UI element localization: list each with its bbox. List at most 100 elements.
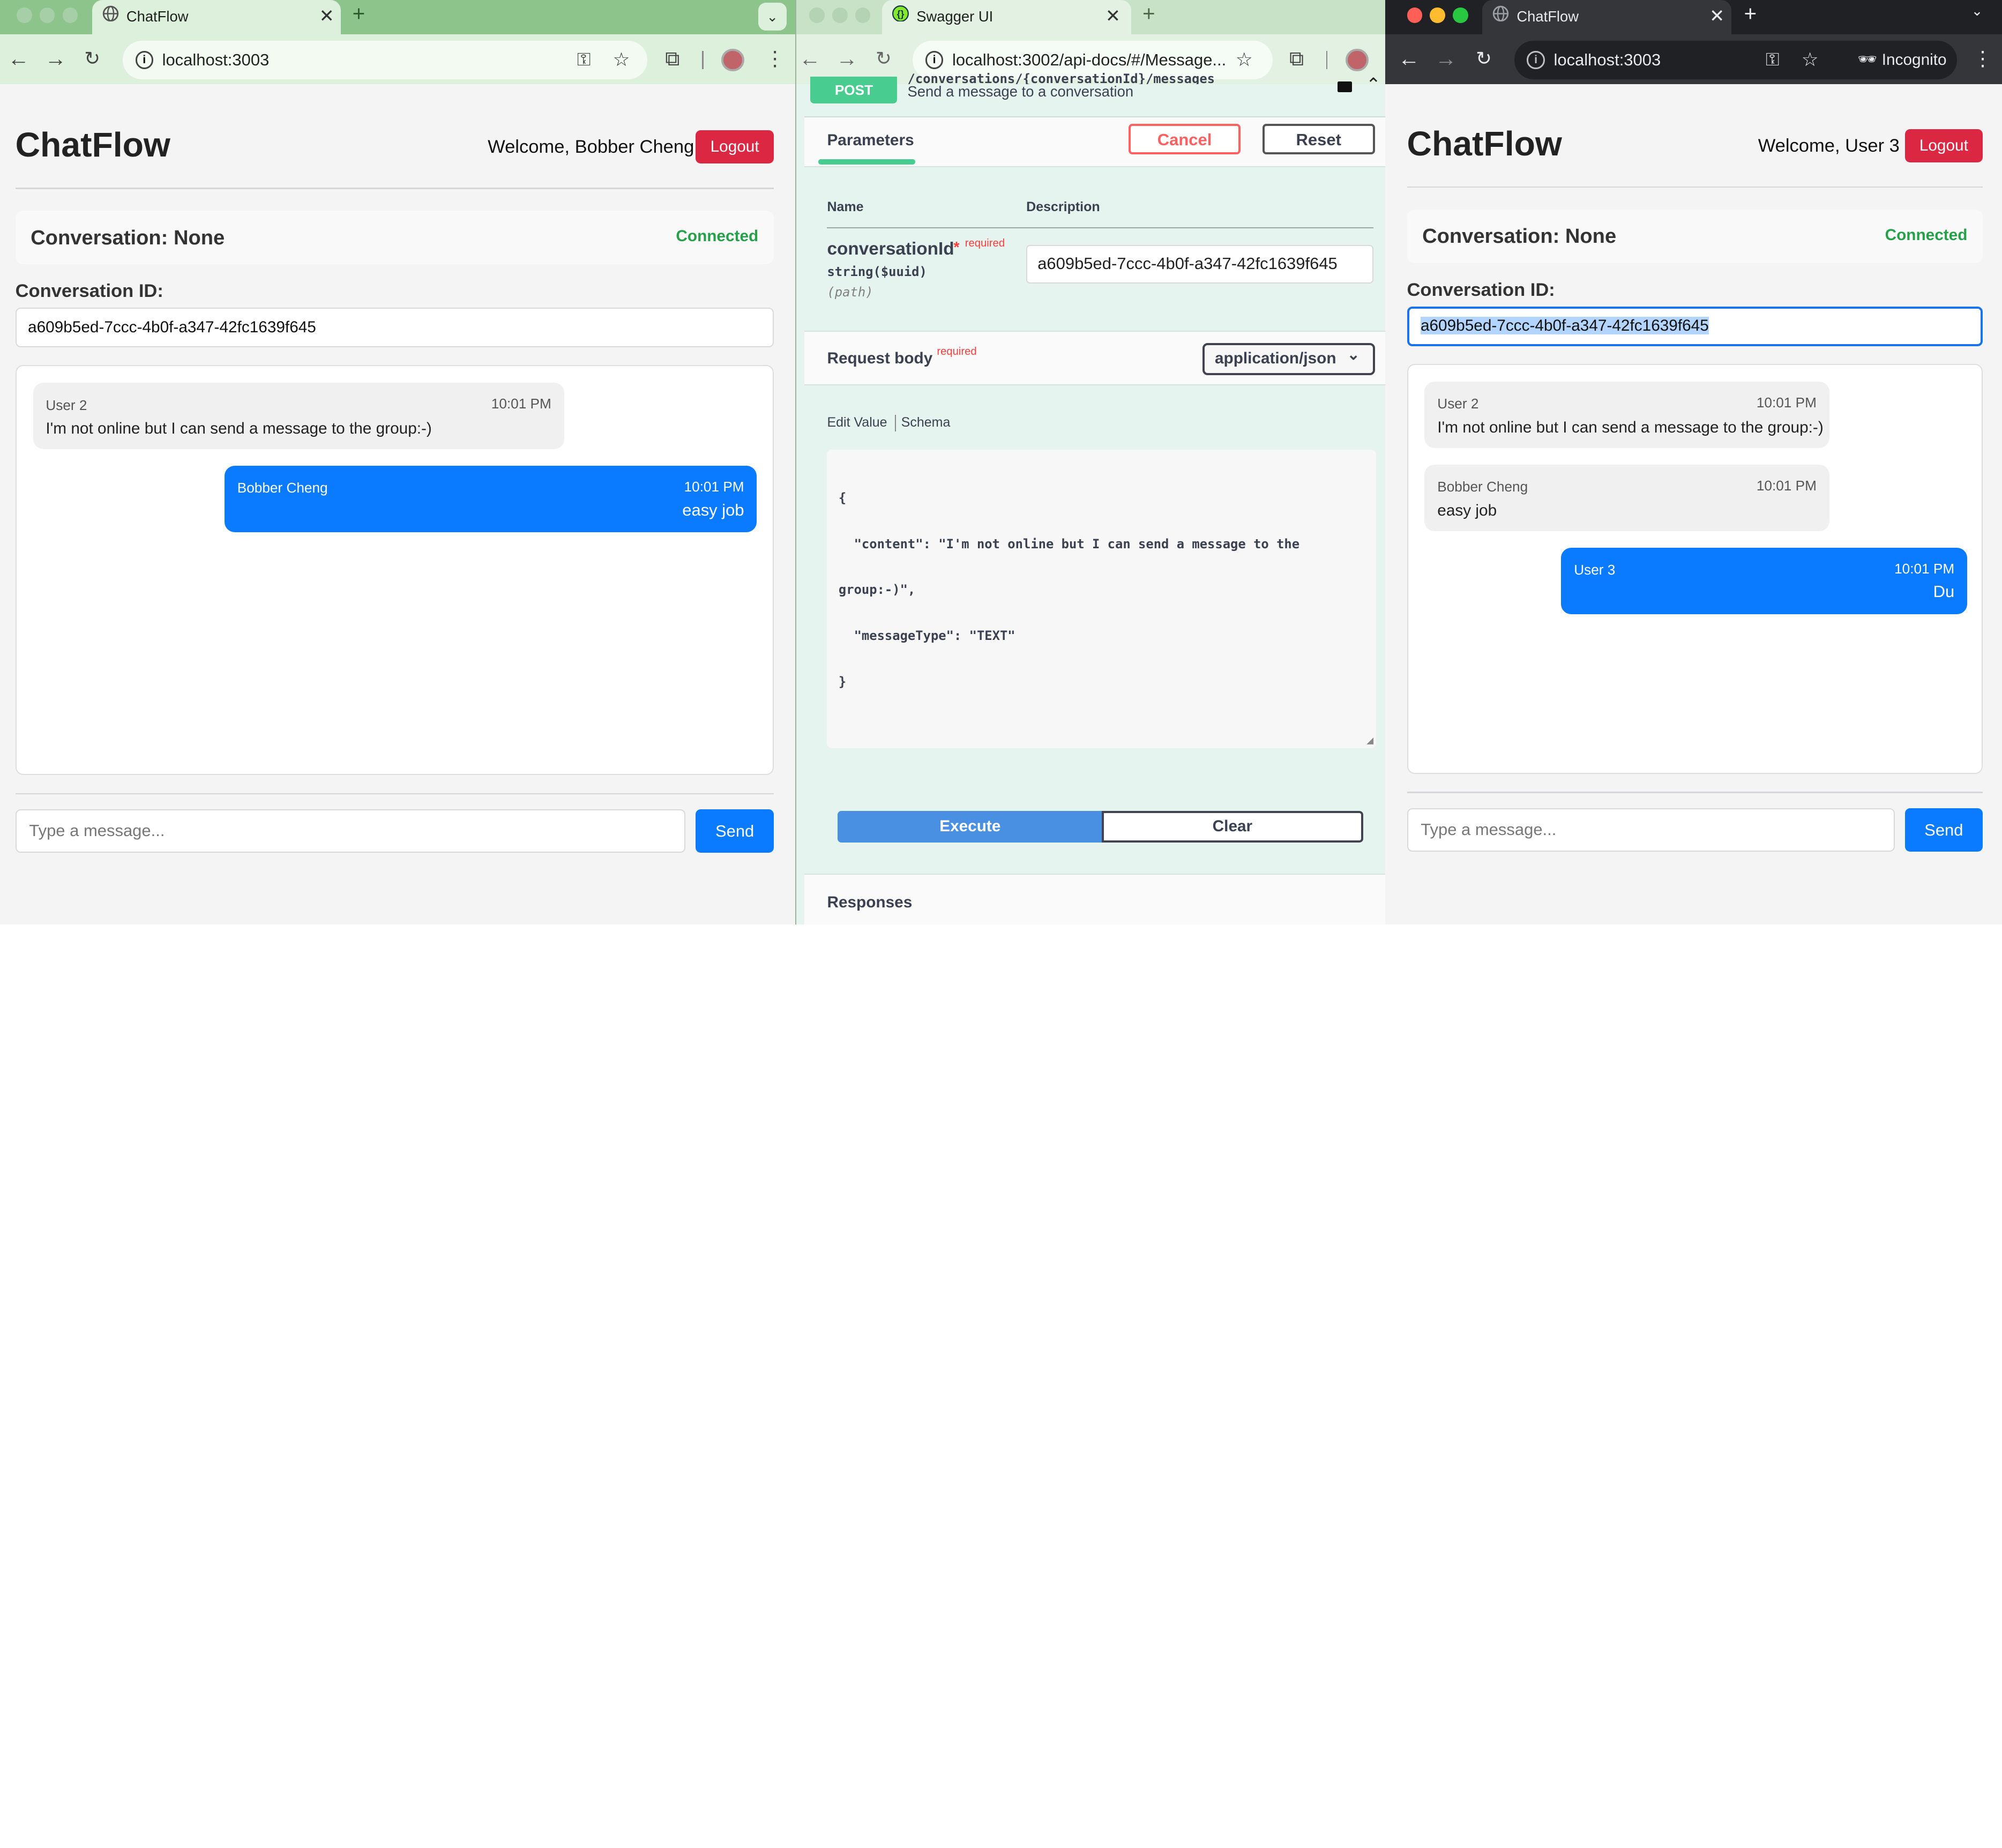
param-name: conversationId xyxy=(827,239,954,259)
message-time: 10:01 PM xyxy=(1756,477,1817,494)
collapse-chevron-icon[interactable]: ⌃ xyxy=(1366,74,1381,95)
site-info-icon[interactable]: i xyxy=(925,51,944,69)
edit-value-tab[interactable]: Edit Value xyxy=(827,415,887,430)
tab-close-icon[interactable]: ✕ xyxy=(1709,4,1724,29)
code-line: group:-)", xyxy=(838,582,916,598)
column-name-header: Name xyxy=(827,199,864,214)
column-description-header: Description xyxy=(1026,199,1100,214)
window-close-light[interactable] xyxy=(16,8,32,23)
window-close-light[interactable] xyxy=(1407,8,1423,23)
more-menu-icon[interactable]: ⋮ xyxy=(1973,46,1993,72)
reload-icon[interactable]: ↻ xyxy=(1476,46,1492,72)
conversation-id-param-input[interactable]: a609b5ed-7ccc-4b0f-a347-42fc1639f645 xyxy=(1026,245,1374,284)
extensions-icon[interactable]: ⧉ xyxy=(1289,46,1304,72)
logout-button[interactable]: Logout xyxy=(1904,129,1983,162)
operation-summary: Send a message to a conversation xyxy=(907,83,1134,100)
new-tab-button[interactable]: + xyxy=(353,1,365,26)
logout-button[interactable]: Logout xyxy=(696,130,774,163)
password-key-icon[interactable]: ⚿ xyxy=(577,41,591,79)
incognito-icon: 🕶 xyxy=(1857,51,1877,69)
bookmark-star-icon[interactable]: ☆ xyxy=(1802,41,1819,79)
message-bubble: User 2 10:01 PM I'm not online but I can… xyxy=(1424,381,1829,448)
tab-search-button[interactable]: ⌄ xyxy=(758,2,787,31)
param-required-star: * xyxy=(953,239,960,256)
reload-icon[interactable]: ↻ xyxy=(84,46,100,72)
more-menu-icon[interactable]: ⋮ xyxy=(765,46,785,72)
code-line: "messageType": "TEXT" xyxy=(838,628,1015,644)
back-arrow-icon[interactable]: ← xyxy=(1398,46,1420,72)
tab-close-icon[interactable]: ✕ xyxy=(1105,4,1120,29)
window-zoom-light[interactable] xyxy=(62,8,78,23)
window-close-light[interactable] xyxy=(809,8,825,23)
bookmark-star-icon[interactable]: ☆ xyxy=(613,41,630,79)
operation-header[interactable]: POST /conversations/{conversationId}/mes… xyxy=(804,73,1385,109)
message-time: 10:01 PM xyxy=(491,396,551,412)
reset-button[interactable]: Reset xyxy=(1262,123,1375,154)
clear-button[interactable]: Clear xyxy=(1101,810,1364,843)
tab-strip: {} Swagger UI ✕ + xyxy=(796,0,1385,35)
lock-icon[interactable] xyxy=(1338,81,1352,92)
execute-button[interactable]: Execute xyxy=(837,810,1103,843)
back-arrow-icon[interactable]: ← xyxy=(799,46,821,72)
window-minimize-light[interactable] xyxy=(832,8,848,23)
back-arrow-icon[interactable]: ← xyxy=(8,46,29,72)
window-minimize-light[interactable] xyxy=(1430,8,1445,23)
tab-title: Swagger UI xyxy=(916,8,993,25)
send-button[interactable]: Send xyxy=(1904,808,1983,852)
request-body-editor[interactable]: { "content": "I'm not online but I can s… xyxy=(827,449,1376,749)
tab-chatflow[interactable]: ChatFlow ✕ xyxy=(1482,0,1731,35)
forward-arrow-icon[interactable]: → xyxy=(1435,46,1457,72)
chatflow-page: ChatFlow Welcome, Bobber Cheng Logout Co… xyxy=(0,84,796,925)
address-bar[interactable]: i localhost:3003 ⚿ ☆ xyxy=(122,41,647,79)
compose-divider xyxy=(1407,792,1983,793)
message-input[interactable]: Type a message... xyxy=(15,809,686,853)
bookmark-star-icon[interactable]: ☆ xyxy=(1236,41,1253,79)
forward-arrow-icon[interactable]: → xyxy=(44,46,66,72)
left-browser-window: ChatFlow ✕ + ⌄ ← → ↻ i localhost:3003 ⚿ … xyxy=(0,0,796,925)
http-method-badge: POST xyxy=(810,76,898,103)
window-minimize-light[interactable] xyxy=(39,8,55,23)
window-zoom-light[interactable] xyxy=(1453,8,1468,23)
resize-handle-icon[interactable]: ◢ xyxy=(1366,733,1373,749)
extensions-icon[interactable]: ⧉ xyxy=(665,46,679,72)
tab-separator xyxy=(894,415,897,432)
content-type-select[interactable]: application/json ⌄ xyxy=(1202,343,1375,376)
send-button[interactable]: Send xyxy=(696,809,774,853)
reload-icon[interactable]: ↻ xyxy=(876,46,892,72)
request-body-header: Request body required application/json ⌄ xyxy=(804,331,1385,386)
cancel-button[interactable]: Cancel xyxy=(1128,123,1241,154)
incognito-indicator[interactable]: 🕶 Incognito xyxy=(1846,41,1958,79)
conversation-id-input[interactable]: a609b5ed-7ccc-4b0f-a347-42fc1639f645 xyxy=(15,308,774,348)
site-info-icon[interactable]: i xyxy=(1527,51,1545,69)
conversation-id-input[interactable]: a609b5ed-7ccc-4b0f-a347-42fc1639f645 xyxy=(1407,306,1983,346)
parameters-tab-underline xyxy=(818,159,915,165)
profile-avatar[interactable] xyxy=(721,48,744,72)
password-key-icon[interactable]: ⚿ xyxy=(1766,41,1779,79)
tab-parameters[interactable]: Parameters xyxy=(827,131,914,150)
new-tab-button[interactable]: + xyxy=(1744,1,1757,26)
message-input[interactable]: Type a message... xyxy=(1407,808,1895,852)
code-line: } xyxy=(838,674,847,689)
profile-avatar[interactable] xyxy=(1345,48,1369,72)
incognito-label: Incognito xyxy=(1881,51,1947,69)
tab-close-icon[interactable]: ✕ xyxy=(319,4,334,29)
window-zoom-light[interactable] xyxy=(855,8,871,23)
connection-status: Connected xyxy=(1885,226,1968,244)
site-info-icon[interactable]: i xyxy=(135,51,153,69)
conversation-bar: Conversation: None Connected xyxy=(1407,209,1983,263)
tab-strip: ChatFlow ✕ + ⌄ xyxy=(0,0,796,35)
tab-search-button[interactable]: ⌄ xyxy=(1971,3,1983,19)
message-time: 10:01 PM xyxy=(1894,560,1955,577)
tab-swagger-ui[interactable]: {} Swagger UI ✕ xyxy=(882,0,1131,35)
browser-toolbar: ← → ↻ i localhost:3003 ⚿ ☆ 🕶 Incognito ⋮ xyxy=(1385,34,2002,85)
tab-chatflow[interactable]: ChatFlow ✕ xyxy=(92,0,341,35)
message-bubble: User 2 10:01 PM I'm not online but I can… xyxy=(33,383,564,450)
forward-arrow-icon[interactable]: → xyxy=(836,46,858,72)
param-required-label: required xyxy=(965,237,1005,250)
swagger-page: POST /conversations/{conversationId}/mes… xyxy=(796,73,1385,925)
message-body: I'm not online but I can send a message … xyxy=(1437,419,1824,437)
new-tab-button[interactable]: + xyxy=(1142,1,1155,26)
chevron-down-icon: ⌄ xyxy=(1347,346,1360,364)
schema-tab[interactable]: Schema xyxy=(901,415,951,430)
message-sender: Bobber Cheng xyxy=(237,480,328,496)
